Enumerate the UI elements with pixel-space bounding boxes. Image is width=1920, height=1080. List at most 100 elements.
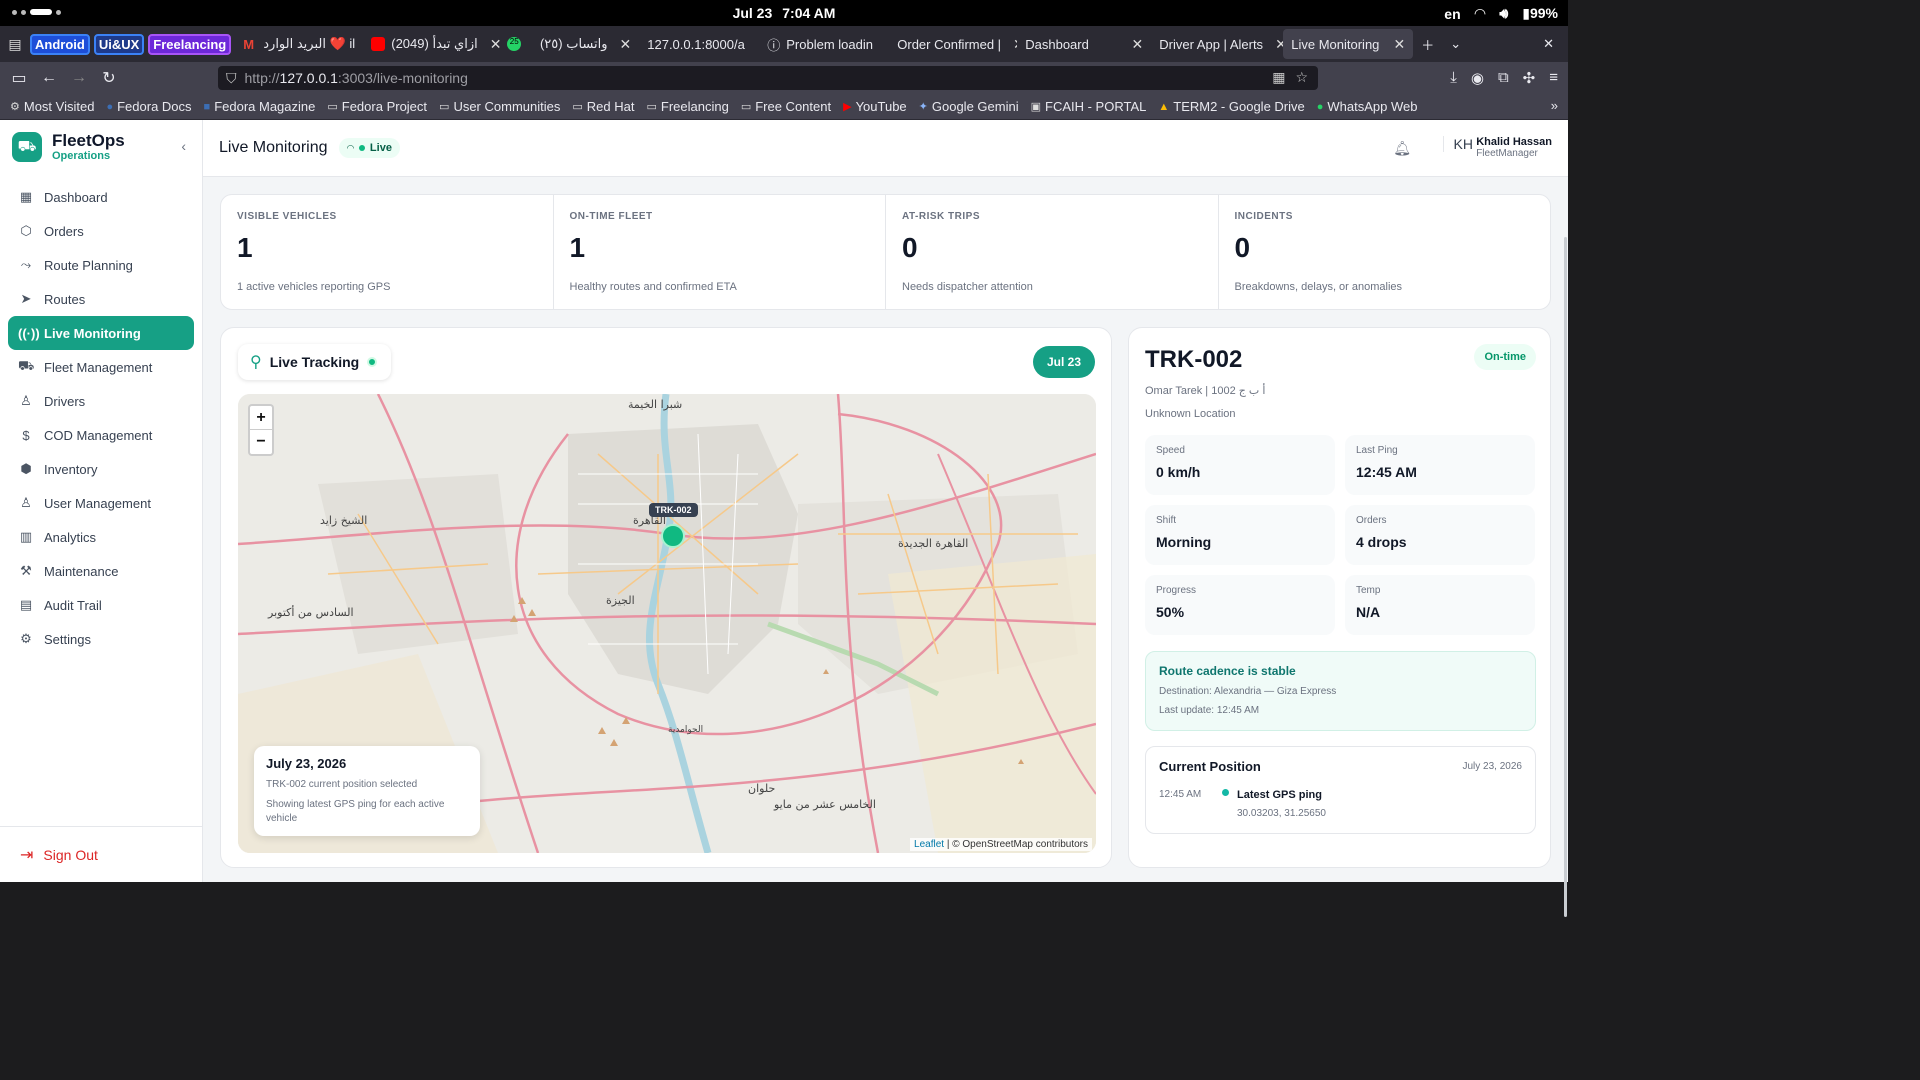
browser-tab[interactable]: Driver App | Alerts ✕ bbox=[1151, 29, 1283, 59]
downloads-icon[interactable]: ⤓ bbox=[1450, 69, 1457, 87]
language-indicator[interactable]: en bbox=[1444, 6, 1460, 22]
browser-tab[interactable]: Order Confirmed |✕ bbox=[889, 29, 1017, 59]
driver-plate: Omar Tarek | 1002 أ ب ج bbox=[1145, 385, 1266, 397]
account-icon[interactable]: ◉ bbox=[1471, 69, 1484, 87]
leaflet-link[interactable]: Leaflet bbox=[914, 839, 944, 850]
notifications-bell-icon[interactable]: 🔔︎ bbox=[1393, 140, 1411, 157]
whatsapp-badge-icon: 25 bbox=[507, 37, 522, 51]
clipboard-icon: ▤ bbox=[19, 597, 33, 612]
window-close-icon[interactable]: ✕ bbox=[1535, 29, 1562, 59]
sidebar-item-drivers[interactable]: ♙ Drivers bbox=[8, 384, 194, 418]
qr-code-icon[interactable]: ▦ bbox=[1272, 69, 1285, 86]
battery-status[interactable]: ▮99% bbox=[1522, 5, 1558, 22]
scrollbar-thumb[interactable] bbox=[1564, 237, 1567, 917]
close-icon[interactable]: ✕ bbox=[1275, 36, 1283, 53]
bookmark-item[interactable]: ● WhatsApp Web bbox=[1317, 99, 1418, 114]
reload-icon[interactable]: ↻ bbox=[94, 68, 124, 88]
url-input[interactable]: ⛉ http://127.0.0.1:3003/live-monitoring … bbox=[218, 66, 1318, 90]
forward-icon[interactable]: → bbox=[64, 69, 94, 87]
wrench-icon: ⚒ bbox=[20, 563, 32, 578]
map-canvas[interactable]: شبرا الخيمة القاهرة الجيزة الشيخ زايد ال… bbox=[238, 394, 1096, 853]
collapse-sidebar-icon[interactable]: ‹ bbox=[181, 138, 186, 154]
folder-icon: ▭ bbox=[439, 101, 450, 113]
sidebar-item-audit-trail[interactable]: ▤ Audit Trail bbox=[8, 588, 194, 622]
sidebar-item-settings[interactable]: ⚙ Settings bbox=[8, 622, 194, 656]
extensions-icon[interactable]: ⧉ bbox=[1498, 69, 1509, 87]
metric-last-ping: Last Ping 12:45 AM bbox=[1345, 435, 1535, 495]
sidebar-item-orders[interactable]: ⬡ Orders bbox=[8, 214, 194, 248]
bookmark-item[interactable]: ▲ TERM2 - Google Drive bbox=[1158, 99, 1304, 114]
folder-icon: ▭ bbox=[572, 101, 583, 113]
user-menu[interactable]: Khalid Hassan FleetManager bbox=[1476, 136, 1552, 159]
wifi-icon: ◠ bbox=[347, 142, 354, 153]
extension-icon[interactable]: ✣ bbox=[1523, 69, 1536, 87]
browser-tab[interactable]: Dashboard ✕ bbox=[1017, 29, 1151, 59]
svg-text:الخامس عشر من مايو: الخامس عشر من مايو bbox=[773, 798, 876, 811]
tab-group-freelancing[interactable]: Freelancing bbox=[148, 33, 232, 55]
back-icon[interactable]: ← bbox=[34, 69, 64, 87]
close-icon[interactable]: ✕ bbox=[620, 36, 632, 53]
grid-icon: ▦ bbox=[19, 189, 33, 204]
svg-text:الحوامدية: الحوامدية bbox=[668, 725, 703, 735]
sidebar-item-fleet-management[interactable]: ⛟ Fleet Management bbox=[8, 350, 194, 384]
sidebar-item-user-management[interactable]: ♙ User Management bbox=[8, 486, 194, 520]
wifi-icon[interactable]: ◠ bbox=[1475, 5, 1486, 22]
sidebar-item-inventory[interactable]: ⬢ Inventory bbox=[8, 452, 194, 486]
timeline-dot bbox=[1222, 789, 1229, 796]
avatar[interactable]: KH bbox=[1442, 136, 1473, 152]
tab-overview-icon[interactable]: ▤ bbox=[0, 36, 30, 53]
bookmark-star-icon[interactable]: ☆ bbox=[1295, 69, 1308, 86]
close-icon[interactable]: ✕ bbox=[1394, 36, 1406, 53]
bookmark-folder[interactable]: ▭ Free Content bbox=[741, 99, 831, 114]
browser-tab[interactable]: Mالبريد الوارد ❤️ il✕ bbox=[235, 29, 363, 59]
sidebar-item-dashboard[interactable]: ▦ Dashboard bbox=[8, 180, 194, 214]
tab-group-uiux[interactable]: Ui&UX bbox=[93, 33, 145, 55]
zoom-in-button[interactable]: + bbox=[250, 406, 272, 430]
bookmark-folder[interactable]: ▭ User Communities bbox=[439, 99, 560, 114]
zoom-out-button[interactable]: − bbox=[250, 430, 272, 454]
sidebar-item-routes[interactable]: ➤ Routes bbox=[8, 282, 194, 316]
new-tab-icon[interactable]: ＋ bbox=[1413, 29, 1442, 59]
close-icon[interactable]: ✕ bbox=[1132, 36, 1144, 53]
browser-tab[interactable]: ⓘ Problem loadin bbox=[759, 29, 889, 59]
browser-tab[interactable]: (2049) ازاي تبدأ ✕ bbox=[363, 29, 503, 59]
sidebar-item-cod-management[interactable]: $ COD Management bbox=[8, 418, 194, 452]
sidebar-item-maintenance[interactable]: ⚒ Maintenance bbox=[8, 554, 194, 588]
clock[interactable]: Jul 23 7:04 AM bbox=[0, 5, 1568, 21]
tab-list-chevron-icon[interactable]: ⌄ bbox=[1442, 29, 1469, 59]
tab-group-android[interactable]: Android bbox=[30, 33, 90, 55]
bookmark-item[interactable]: ✦ Google Gemini bbox=[919, 99, 1019, 114]
fleetops-app: ⛟ FleetOps Operations ‹ ▦ Dashboard ⬡ Orde… bbox=[0, 120, 1568, 917]
sidebar-item-live-monitoring[interactable]: ((·)) Live Monitoring bbox=[8, 316, 194, 350]
bookmark-folder[interactable]: ▭ Red Hat bbox=[572, 99, 634, 114]
gear-icon: ⚙ bbox=[20, 631, 32, 646]
volume-icon[interactable]: 🔊︎ bbox=[1499, 5, 1508, 22]
bookmark-item[interactable]: ● Fedora Docs bbox=[106, 99, 191, 114]
sign-out-button[interactable]: ⇥ Sign Out bbox=[0, 826, 203, 882]
navigation-icon: ➤ bbox=[20, 291, 32, 306]
brand-subtitle: Operations bbox=[52, 150, 111, 162]
bookmark-item[interactable]: ▣ FCAIH - PORTAL bbox=[1031, 99, 1147, 114]
status-dot bbox=[367, 357, 378, 367]
browser-tab[interactable]: (٢٥) واتساب ✕ bbox=[527, 29, 639, 59]
vehicle-marker[interactable] bbox=[661, 524, 685, 548]
sidebar-item-analytics[interactable]: ▥ Analytics bbox=[8, 520, 194, 554]
bookmarks-overflow-icon[interactable]: » bbox=[1551, 98, 1558, 113]
bookmark-item[interactable]: ■ Fedora Magazine bbox=[204, 99, 316, 114]
menu-icon[interactable]: ≡ bbox=[1549, 69, 1558, 87]
page-scrollbar[interactable] bbox=[1563, 177, 1568, 917]
bookmark-folder[interactable]: ▭ Fedora Project bbox=[327, 99, 427, 114]
sidebar-item-route-planning[interactable]: ⤳ Route Planning bbox=[8, 248, 194, 282]
bookmark-item[interactable]: ▶ YouTube bbox=[843, 99, 907, 114]
browser-tab-active[interactable]: Live Monitoring ✕ bbox=[1283, 29, 1414, 59]
date-filter-button[interactable]: Jul 23 bbox=[1032, 346, 1095, 378]
browser-tab[interactable]: 25 bbox=[503, 29, 527, 59]
close-icon[interactable]: ✕ bbox=[490, 36, 502, 53]
current-position-panel: Current Position July 23, 2026 12:45 AM … bbox=[1145, 746, 1536, 834]
site-info-icon[interactable]: ⛉ bbox=[226, 70, 237, 87]
browser-tab[interactable]: 127.0.0.1:8000/a bbox=[639, 29, 759, 59]
bookmark-item[interactable]: ⚙ Most Visited bbox=[10, 99, 94, 114]
sidebar-toggle-icon[interactable]: ▭ bbox=[4, 68, 34, 88]
svg-text:حلوان: حلوان bbox=[748, 782, 775, 795]
bookmark-folder[interactable]: ▭ Freelancing bbox=[646, 99, 728, 114]
